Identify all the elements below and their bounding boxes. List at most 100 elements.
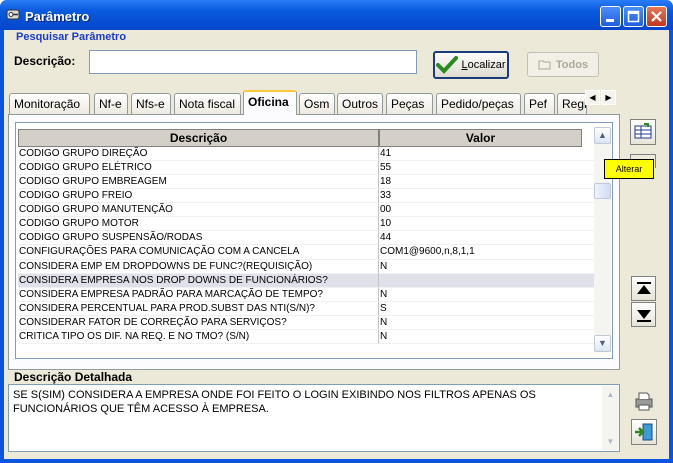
description-label: Descrição: [14,54,76,68]
cell-descricao: CODIGO GRUPO DIREÇÃO [18,147,379,162]
move-to-bottom-icon [636,309,651,322]
tab-pecas[interactable]: Peças [386,93,433,114]
cell-descricao: CONSIDERA EMPRESA PADRÃO PARA MARCAÇÃO D… [18,287,379,302]
move-up-button[interactable] [631,276,656,301]
cell-descricao: CODIGO GRUPO MANUTENÇÃO [18,203,379,218]
tab-osm[interactable]: Osm [299,93,335,114]
tab-nf-e[interactable]: Nf-e [94,93,128,114]
detail-label: Descrição Detalhada [14,370,133,384]
todos-label: Todos [555,58,589,71]
cell-valor: 55 [379,161,594,176]
cell-descricao: CONSIDERA EMP EM DROPDOWNS DE FUNC?(REQU… [18,259,379,274]
cell-descricao: CODIGO GRUPO SUSPENSÃO/RODAS [18,231,379,246]
cell-descricao: CONFIGURAÇÕES PARA COMUNICAÇÃO COM A CAN… [18,245,379,260]
alterar-tooltip: Alterar [604,159,654,179]
column-header-descricao[interactable]: Descrição [18,129,379,147]
print-button[interactable] [631,388,657,414]
grid-rows: CODIGO GRUPO DIREÇÃO 41 CODIGO GRUPO ELÉTR… [18,147,594,344]
move-down-button[interactable] [631,302,656,327]
table-row[interactable]: CODIGO GRUPO DIREÇÃO 41 [18,147,594,162]
tab-scroll-left-button[interactable]: ◀ [585,90,600,105]
edit-grid-icon [634,123,652,139]
tab-regi[interactable]: Regi [557,93,587,114]
localizar-button[interactable]: Localizar [433,51,509,79]
tab-nota-fiscal[interactable]: Nota fiscal [174,93,241,114]
table-row[interactable]: CODIGO GRUPO FREIO 33 [18,189,594,204]
detail-textarea[interactable]: SE S(SIM) CONSIDERA A EMPRESA ONDE FOI F… [8,384,620,452]
cell-valor: 10 [379,217,594,232]
table-row[interactable]: CODIGO GRUPO MANUTENÇÃO 00 [18,203,594,218]
minimize-icon [606,19,614,22]
cell-valor: S [379,302,594,316]
cell-descricao: CONSIDERAR FATOR DE CORREÇÃO PARA SERVIÇ… [18,315,379,330]
todos-button[interactable]: Todos [527,52,599,77]
cell-valor [379,274,594,288]
window-title: Parâmetro [25,9,90,24]
parameters-grid[interactable]: Descrição Valor CODIGO GRUPO DIREÇÃO 41 CO… [15,122,613,359]
tab-outros[interactable]: Outros [337,93,383,114]
cell-valor: N [379,260,594,274]
cell-valor: 44 [379,231,594,246]
tab-oficina[interactable]: Oficina [243,90,297,115]
tab-strip: Monitoração Nf-e Nfs-e Nota fiscal Ofici… [9,90,587,115]
table-row[interactable]: CONSIDERA EMPRESA NOS DROP DOWNS DE FUNC… [18,273,594,288]
folder-open-icon [538,60,551,69]
cell-valor: 18 [379,175,594,190]
tab-monitoracao[interactable]: Monitoração [9,93,90,114]
grid-header: Descrição Valor [18,129,582,147]
cell-valor: 41 [379,147,594,162]
close-button[interactable] [646,6,667,27]
maximize-icon [627,10,640,23]
tab-nfs-e[interactable]: Nfs-e [131,93,171,114]
table-row[interactable]: CODIGO GRUPO MOTOR 10 [18,217,594,232]
cell-descricao: CRITICA TIPO OS DIF. NA REQ. E NO TMO? (… [18,329,379,344]
minimize-button[interactable] [600,6,621,27]
title-bar[interactable]: Parâmetro [0,0,673,30]
tab-pef[interactable]: Pef [524,93,555,114]
cell-descricao: CONSIDERA EMPRESA NOS DROP DOWNS DE FUNC… [18,273,379,288]
cell-valor: N [379,330,594,344]
exit-door-icon [635,423,653,441]
table-row[interactable]: CONSIDERA PERCENTUAL PARA PROD.SUBST DAS… [18,301,594,316]
column-header-valor[interactable]: Valor [379,129,582,147]
print-icon [635,392,653,411]
table-row[interactable]: CODIGO GRUPO ELÉTRICO 55 [18,161,594,176]
cell-valor: COM1@9600,n,8,1,1 [379,245,594,260]
key-app-icon [6,9,20,20]
move-to-top-icon [636,281,651,294]
detail-text: SE S(SIM) CONSIDERA A EMPRESA ONDE FOI F… [13,389,536,415]
detail-scroll-up-icon[interactable]: ▲ [602,386,619,403]
close-icon [651,11,662,22]
cell-valor: N [379,288,594,302]
cell-valor: 33 [379,189,594,204]
cell-valor: N [379,316,594,330]
table-row[interactable]: CONSIDERAR FATOR DE CORREÇÃO PARA SERVIÇ… [18,315,594,330]
alterar-button[interactable] [630,119,656,145]
maximize-button[interactable] [623,6,644,27]
app-window: Parâmetro Pesquisar Parâmetro Descrição:… [0,0,673,463]
table-row[interactable]: CONFIGURAÇÕES PARA COMUNICAÇÃO COM A CAN… [18,245,594,260]
search-group-legend: Pesquisar Parâmetro [16,31,127,43]
scroll-thumb[interactable] [594,183,611,199]
detail-scrollbar[interactable]: ▲ ▼ [602,386,619,450]
window-client: Pesquisar Parâmetro Descrição: Localizar… [4,30,669,459]
scroll-up-button[interactable]: ▲ [594,127,611,144]
description-search-input[interactable] [89,50,417,74]
cell-descricao: CODIGO GRUPO ELÉTRICO [18,161,379,176]
table-row[interactable]: CONSIDERA EMPRESA PADRÃO PARA MARCAÇÃO D… [18,287,594,302]
cell-descricao: CODIGO GRUPO FREIO [18,189,379,204]
localizar-label: Localizar [461,59,506,71]
scroll-down-button[interactable]: ▼ [594,335,611,352]
tab-pedido-pecas[interactable]: Pedido/peças [436,93,521,114]
table-row[interactable]: CODIGO GRUPO SUSPENSÃO/RODAS 44 [18,231,594,246]
table-row[interactable]: CRITICA TIPO OS DIF. NA REQ. E NO TMO? (… [18,329,594,344]
cell-descricao: CODIGO GRUPO EMBREAGEM [18,175,379,190]
tab-scroll-right-button[interactable]: ▶ [601,90,616,105]
table-row[interactable]: CONSIDERA EMP EM DROPDOWNS DE FUNC?(REQU… [18,259,594,274]
cell-valor: 00 [379,203,594,218]
exit-button[interactable] [631,419,657,445]
tab-page-oficina: Descrição Valor CODIGO GRUPO DIREÇÃO 41 CO… [8,114,620,370]
table-row[interactable]: CODIGO GRUPO EMBREAGEM 18 [18,175,594,190]
detail-scroll-down-icon[interactable]: ▼ [602,433,619,450]
cell-descricao: CODIGO GRUPO MOTOR [18,217,379,232]
